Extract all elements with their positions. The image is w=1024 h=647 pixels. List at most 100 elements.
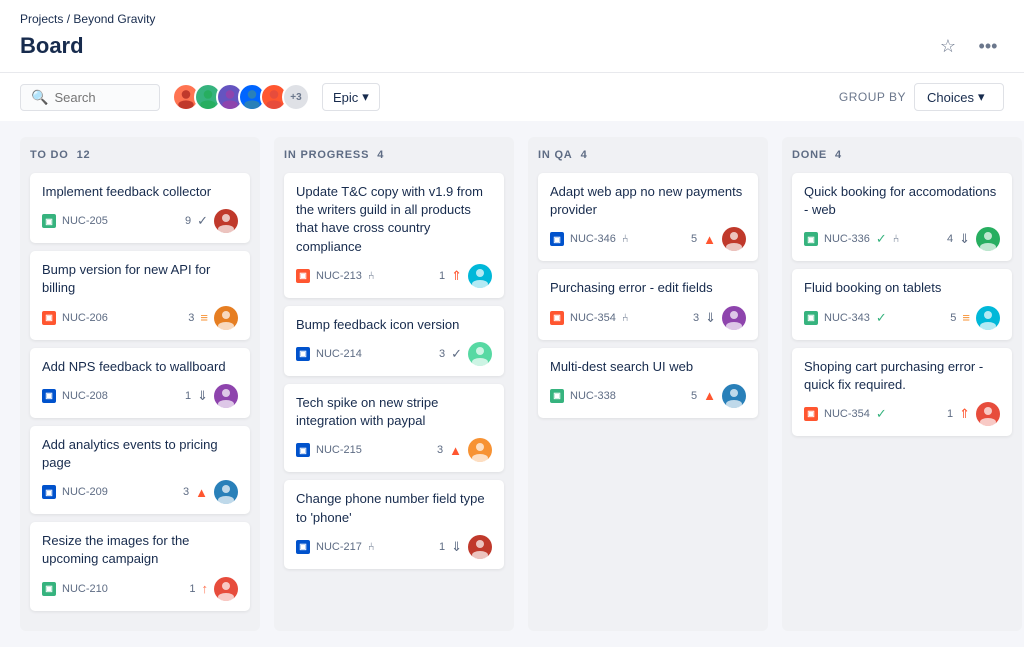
card-meta: ▣ NUC-213 ⑃ 1 ⇑ [296,264,492,288]
header: Projects / Beyond Gravity Board ☆ ••• [0,0,1024,73]
card-meta: ▣ NUC-208 1 ⇓ [42,384,238,408]
priority-double-up-icon: ⇑ [451,268,462,284]
ticket-id: NUC-206 [62,312,108,324]
branch-icon: ⑃ [622,312,629,324]
column-header-inprogress: IN PROGRESS 4 [284,149,504,161]
ticket-id: NUC-336 [824,233,870,245]
card-nuc346[interactable]: Adapt web app no new payments provider ▣… [538,173,758,261]
card-nuc215[interactable]: Tech spike on new stripe integration wit… [284,384,504,472]
ticket-badge: ▣ [296,269,310,283]
epic-chevron-icon: ▾ [362,89,369,105]
assignee-avatar [468,438,492,462]
card-title: Update T&C copy with v1.9 from the write… [296,183,492,256]
ticket-id: NUC-205 [62,215,108,227]
priority-up-icon: ▲ [703,388,716,403]
card-title: Shoping cart purchasing error - quick fi… [804,358,1000,394]
ticket-badge: ▣ [42,582,56,596]
done-check-icon: ✓ [876,310,887,326]
card-nuc354[interactable]: Purchasing error - edit fields ▣ NUC-354… [538,269,758,339]
card-title: Multi-dest search UI web [550,358,746,376]
card-nuc217[interactable]: Change phone number field type to 'phone… [284,480,504,568]
ticket-id: NUC-213 [316,270,362,282]
card-nuc209[interactable]: Add analytics events to pricing page ▣ N… [30,426,250,514]
card-nuc206[interactable]: Bump version for new API for billing ▣ N… [30,251,250,339]
avatar-group: +3 [172,83,310,111]
done-check-icon: ✓ [876,406,887,422]
card-nuc205[interactable]: Implement feedback collector ▣ NUC-205 9… [30,173,250,243]
branch-icon: ⑃ [622,233,629,245]
breadcrumb-child: Beyond Gravity [73,12,155,26]
choices-dropdown[interactable]: Choices ▾ [914,83,1004,111]
priority-eq-icon: ≡ [200,310,208,325]
ticket-badge: ▣ [296,443,310,457]
card-meta: ▣ NUC-217 ⑃ 1 ⇓ [296,535,492,559]
priority-up-icon: ▲ [195,485,208,500]
avatar-count[interactable]: +3 [282,83,310,111]
card-nuc208[interactable]: Add NPS feedback to wallboard ▣ NUC-208 … [30,348,250,418]
card-meta: ▣ NUC-336 ✓ ⑃ 4 ⇓ [804,227,1000,251]
breadcrumb-separator: / [67,12,70,26]
ticket-id: NUC-217 [316,541,362,553]
card-nuc343[interactable]: Fluid booking on tablets ▣ NUC-343 ✓ 5 ≡ [792,269,1012,339]
meta-count: 5 [691,390,697,402]
column-header-done: DONE 4 [792,149,1012,161]
card-title: Add NPS feedback to wallboard [42,358,238,376]
column-inqa: IN QA 4 Adapt web app no new payments pr… [528,137,768,631]
card-nuc214[interactable]: Bump feedback icon version ▣ NUC-214 3 ✓ [284,306,504,376]
assignee-avatar [976,402,1000,426]
card-nuc336[interactable]: Quick booking for accomodations - web ▣ … [792,173,1012,261]
header-row: Board ☆ ••• [20,30,1004,72]
ticket-badge: ▣ [42,389,56,403]
ticket-id: NUC-208 [62,390,108,402]
card-nuc213[interactable]: Update T&C copy with v1.9 from the write… [284,173,504,298]
card-title: Implement feedback collector [42,183,238,201]
more-options-button[interactable]: ••• [972,30,1004,62]
ticket-badge: ▣ [296,347,310,361]
column-todo: TO DO 12 Implement feedback collector ▣ … [20,137,260,631]
assignee-avatar [468,535,492,559]
star-button[interactable]: ☆ [932,30,964,62]
priority-double-down-icon: ⇓ [197,388,208,404]
card-nuc338[interactable]: Multi-dest search UI web ▣ NUC-338 5 ▲ [538,348,758,418]
priority-eq-icon: ≡ [962,310,970,325]
choices-label: Choices [927,90,974,105]
search-box[interactable]: 🔍 [20,84,160,111]
column-count-todo: 12 [77,149,91,161]
card-title: Fluid booking on tablets [804,279,1000,297]
toolbar: 🔍 +3 Epic ▾ GROUP BY [0,73,1024,121]
meta-count: 1 [185,390,191,402]
ticket-id: NUC-210 [62,583,108,595]
card-nuc354-done[interactable]: Shoping cart purchasing error - quick fi… [792,348,1012,436]
card-title: Bump version for new API for billing [42,261,238,297]
card-meta: ▣ NUC-214 3 ✓ [296,342,492,366]
assignee-avatar [214,577,238,601]
assignee-avatar [976,306,1000,330]
meta-count: 3 [188,312,194,324]
ticket-id: NUC-215 [316,444,362,456]
priority-down-icon: ✓ [197,213,208,229]
meta-count: 9 [185,215,191,227]
ticket-id: NUC-209 [62,486,108,498]
column-header-inqa: IN QA 4 [538,149,758,161]
priority-up-icon: ▲ [703,232,716,247]
assignee-avatar [976,227,1000,251]
card-title: Resize the images for the upcoming campa… [42,532,238,568]
ticket-id: NUC-346 [570,233,616,245]
card-meta: ▣ NUC-354 ✓ 1 ⇑ [804,402,1000,426]
card-nuc210[interactable]: Resize the images for the upcoming campa… [30,522,250,610]
epic-dropdown[interactable]: Epic ▾ [322,83,380,111]
search-input[interactable] [54,90,154,105]
ticket-id: NUC-214 [316,348,362,360]
group-by-label: GROUP BY [839,90,906,104]
meta-count: 3 [439,348,445,360]
group-by-area: GROUP BY Choices ▾ [839,83,1004,111]
ticket-id: NUC-354 [824,408,870,420]
assignee-avatar [468,264,492,288]
assignee-avatar [214,480,238,504]
assignee-avatar [722,384,746,408]
card-meta: ▣ NUC-346 ⑃ 5 ▲ [550,227,746,251]
epic-label: Epic [333,90,358,105]
priority-up-icon: ▲ [449,443,462,458]
assignee-avatar [214,209,238,233]
column-done: DONE 4 Quick booking for accomodations -… [782,137,1022,631]
